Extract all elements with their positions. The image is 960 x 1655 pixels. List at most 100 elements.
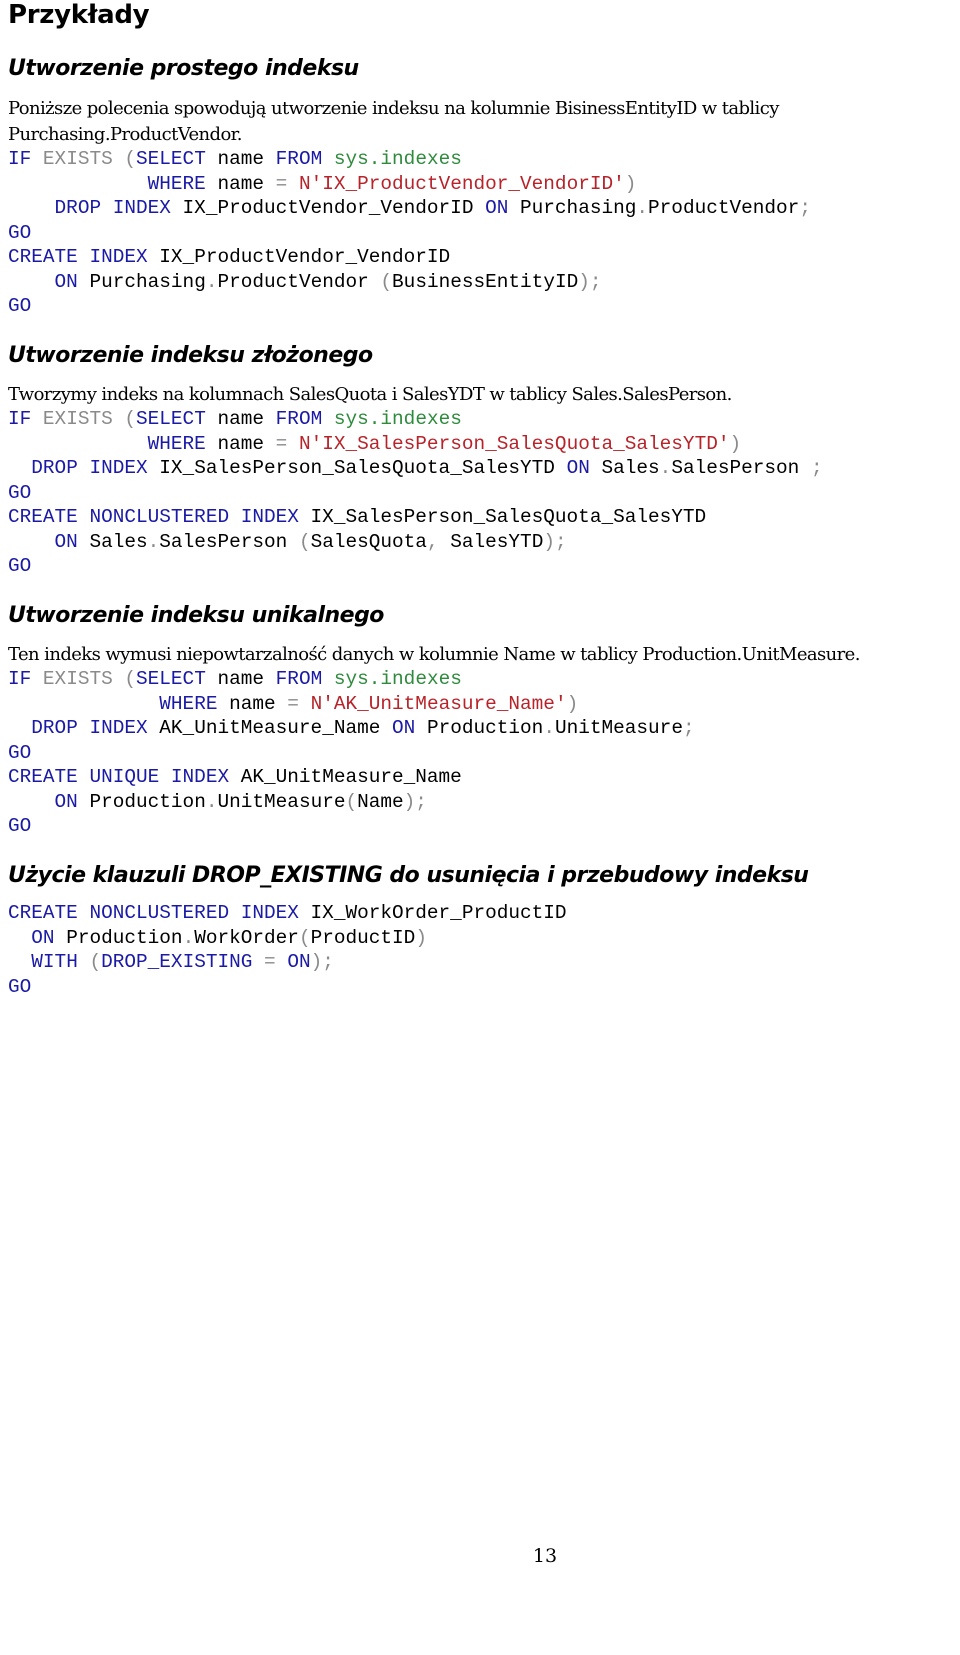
sql-text: SalesPerson — [671, 457, 811, 479]
sql-text: Purchasing — [89, 270, 206, 293]
description-line: Tworzymy indeks na kolumnach SalesQuota … — [8, 384, 732, 405]
sql-operator: . — [205, 270, 218, 293]
sql-keyword: GO — [8, 741, 32, 764]
sql-keyword: FROM — [275, 408, 334, 430]
sql-system-object: sys.indexes — [333, 668, 462, 690]
section-heading-simple-index: Utworzenie prostego indeksu — [8, 56, 359, 81]
sql-keyword: FROM — [275, 148, 334, 170]
sql-operator: ) — [729, 432, 742, 455]
sql-text: Sales — [89, 530, 148, 553]
sql-keyword: FROM — [275, 668, 334, 690]
code-line: WHERE name = N'IX_SalesPerson_SalesQuota… — [8, 433, 741, 455]
code-line: WHERE name = N'AK_UnitMeasure_Name') — [8, 693, 578, 715]
code-line: GO — [8, 742, 31, 764]
sql-operator: ); — [578, 270, 602, 293]
sql-operator: = — [275, 432, 299, 455]
sql-text: Sales — [601, 457, 660, 479]
sql-text: AK_UnitMeasure_Name — [240, 766, 462, 788]
sql-keyword: GO — [8, 481, 32, 504]
code-line: CREATE INDEX IX_ProductVendor_VendorID — [8, 246, 450, 268]
sql-keyword: CREATE INDEX — [8, 246, 160, 268]
sql-text: IX_ProductVendor_VendorID — [182, 197, 486, 219]
sql-operator: EXISTS ( — [42, 408, 137, 430]
code-line: ON Purchasing.ProductVendor (BusinessEnt… — [8, 271, 602, 293]
code-line: WHERE name = N'IX_ProductVendor_VendorID… — [8, 172, 637, 195]
sql-operator: ); — [403, 790, 427, 813]
sql-operator: . — [147, 530, 160, 553]
description-line: Ten indeks wymusi niepowtarzalność danyc… — [8, 644, 860, 665]
sql-text: SalesQuota — [310, 530, 427, 553]
sql-text: ProductVendor — [217, 270, 381, 293]
sql-keyword: ON — [485, 197, 521, 219]
sql-keyword: SELECT — [136, 148, 218, 170]
sql-operator: = — [275, 172, 299, 195]
section-heading-composite-index: Utworzenie indeksu złożonego — [8, 343, 373, 368]
sql-operator: . — [659, 457, 672, 479]
code-line: IF EXISTS (SELECT name FROM sys.indexes — [8, 148, 462, 170]
sql-operator: ( — [345, 790, 358, 813]
sql-text: IX_ProductVendor_VendorID — [159, 246, 451, 268]
sql-operator: ) — [624, 172, 637, 195]
sql-operator: . — [543, 717, 555, 739]
code-line: GO — [8, 295, 31, 317]
sql-keyword: GO — [8, 295, 32, 317]
code-line: GO — [8, 482, 31, 504]
section-heading-unique-index: Utworzenie indeksu unikalnego — [8, 603, 384, 628]
sql-text: AK_UnitMeasure_Name — [159, 717, 393, 739]
sql-string: N'IX_SalesPerson_SalesQuota_SalesYTD' — [298, 432, 730, 455]
sql-text: name — [217, 172, 276, 195]
code-line: CREATE NONCLUSTERED INDEX IX_SalesPerson… — [8, 506, 706, 528]
sql-keyword: CREATE UNIQUE INDEX — [8, 766, 241, 788]
sql-text: WorkOrder — [194, 926, 299, 949]
sql-operator: ); — [543, 530, 567, 553]
code-line: CREATE NONCLUSTERED INDEX IX_WorkOrder_P… — [8, 902, 567, 924]
section-description-simple-index: Poniższe polecenia spowodują utworzenie … — [8, 96, 779, 148]
code-line: ON Production.WorkOrder(ProductID) — [8, 927, 427, 949]
sql-text: UnitMeasure — [217, 790, 346, 813]
sql-text: Purchasing — [520, 197, 637, 219]
sql-keyword: DROP INDEX — [31, 717, 160, 739]
sql-text: name — [217, 148, 276, 170]
sql-keyword: ON — [287, 951, 311, 973]
code-line: ON Production.UnitMeasure(Name); — [8, 791, 427, 813]
sql-operator: ) — [415, 926, 427, 949]
page-title: Przykłady — [8, 0, 150, 30]
sql-keyword: GO — [8, 221, 32, 244]
sql-text: IX_SalesPerson_SalesQuota_SalesYTD — [159, 457, 567, 479]
sql-keyword: GO — [8, 815, 32, 837]
code-line: DROP INDEX IX_SalesPerson_SalesQuota_Sal… — [8, 457, 822, 479]
code-line: DROP INDEX AK_UnitMeasure_Name ON Produc… — [8, 717, 695, 739]
sql-text: Production — [66, 926, 183, 949]
sql-operator: EXISTS ( — [42, 668, 137, 690]
section-description-composite-index: Tworzymy indeks na kolumnach SalesQuota … — [8, 382, 732, 408]
sql-keyword: WITH — [31, 951, 90, 973]
sql-keyword: CREATE NONCLUSTERED INDEX — [8, 506, 311, 528]
sql-keyword: IF — [8, 668, 43, 690]
sql-operator: EXISTS ( — [42, 148, 137, 170]
sql-text: IX_SalesPerson_SalesQuota_SalesYTD — [310, 506, 707, 528]
sql-text: SalesYTD — [450, 530, 544, 553]
code-line: WITH (DROP_EXISTING = ON); — [8, 951, 334, 973]
sql-keyword: SELECT — [136, 668, 218, 690]
sql-operator: = — [287, 692, 311, 715]
sql-keyword: DROP INDEX — [54, 197, 183, 219]
sql-text: name — [217, 408, 276, 430]
sql-keyword: DROP INDEX — [31, 457, 160, 479]
code-block-unique-index: IF EXISTS (SELECT name FROM sys.indexes … — [8, 667, 695, 839]
code-line: DROP INDEX IX_ProductVendor_VendorID ON … — [8, 197, 811, 219]
sql-keyword: IF — [8, 408, 43, 430]
sql-keyword: ON — [31, 926, 67, 949]
code-block-drop-existing: CREATE NONCLUSTERED INDEX IX_WorkOrder_P… — [8, 901, 567, 999]
sql-operator: ( — [298, 926, 311, 949]
sql-operator: . — [182, 926, 195, 949]
sql-keyword: GO — [8, 975, 32, 998]
sql-text: Production — [89, 790, 206, 813]
sql-keyword: ON — [54, 530, 90, 553]
sql-operator: ; — [682, 717, 695, 739]
sql-text: IX_WorkOrder_ProductID — [310, 902, 567, 924]
